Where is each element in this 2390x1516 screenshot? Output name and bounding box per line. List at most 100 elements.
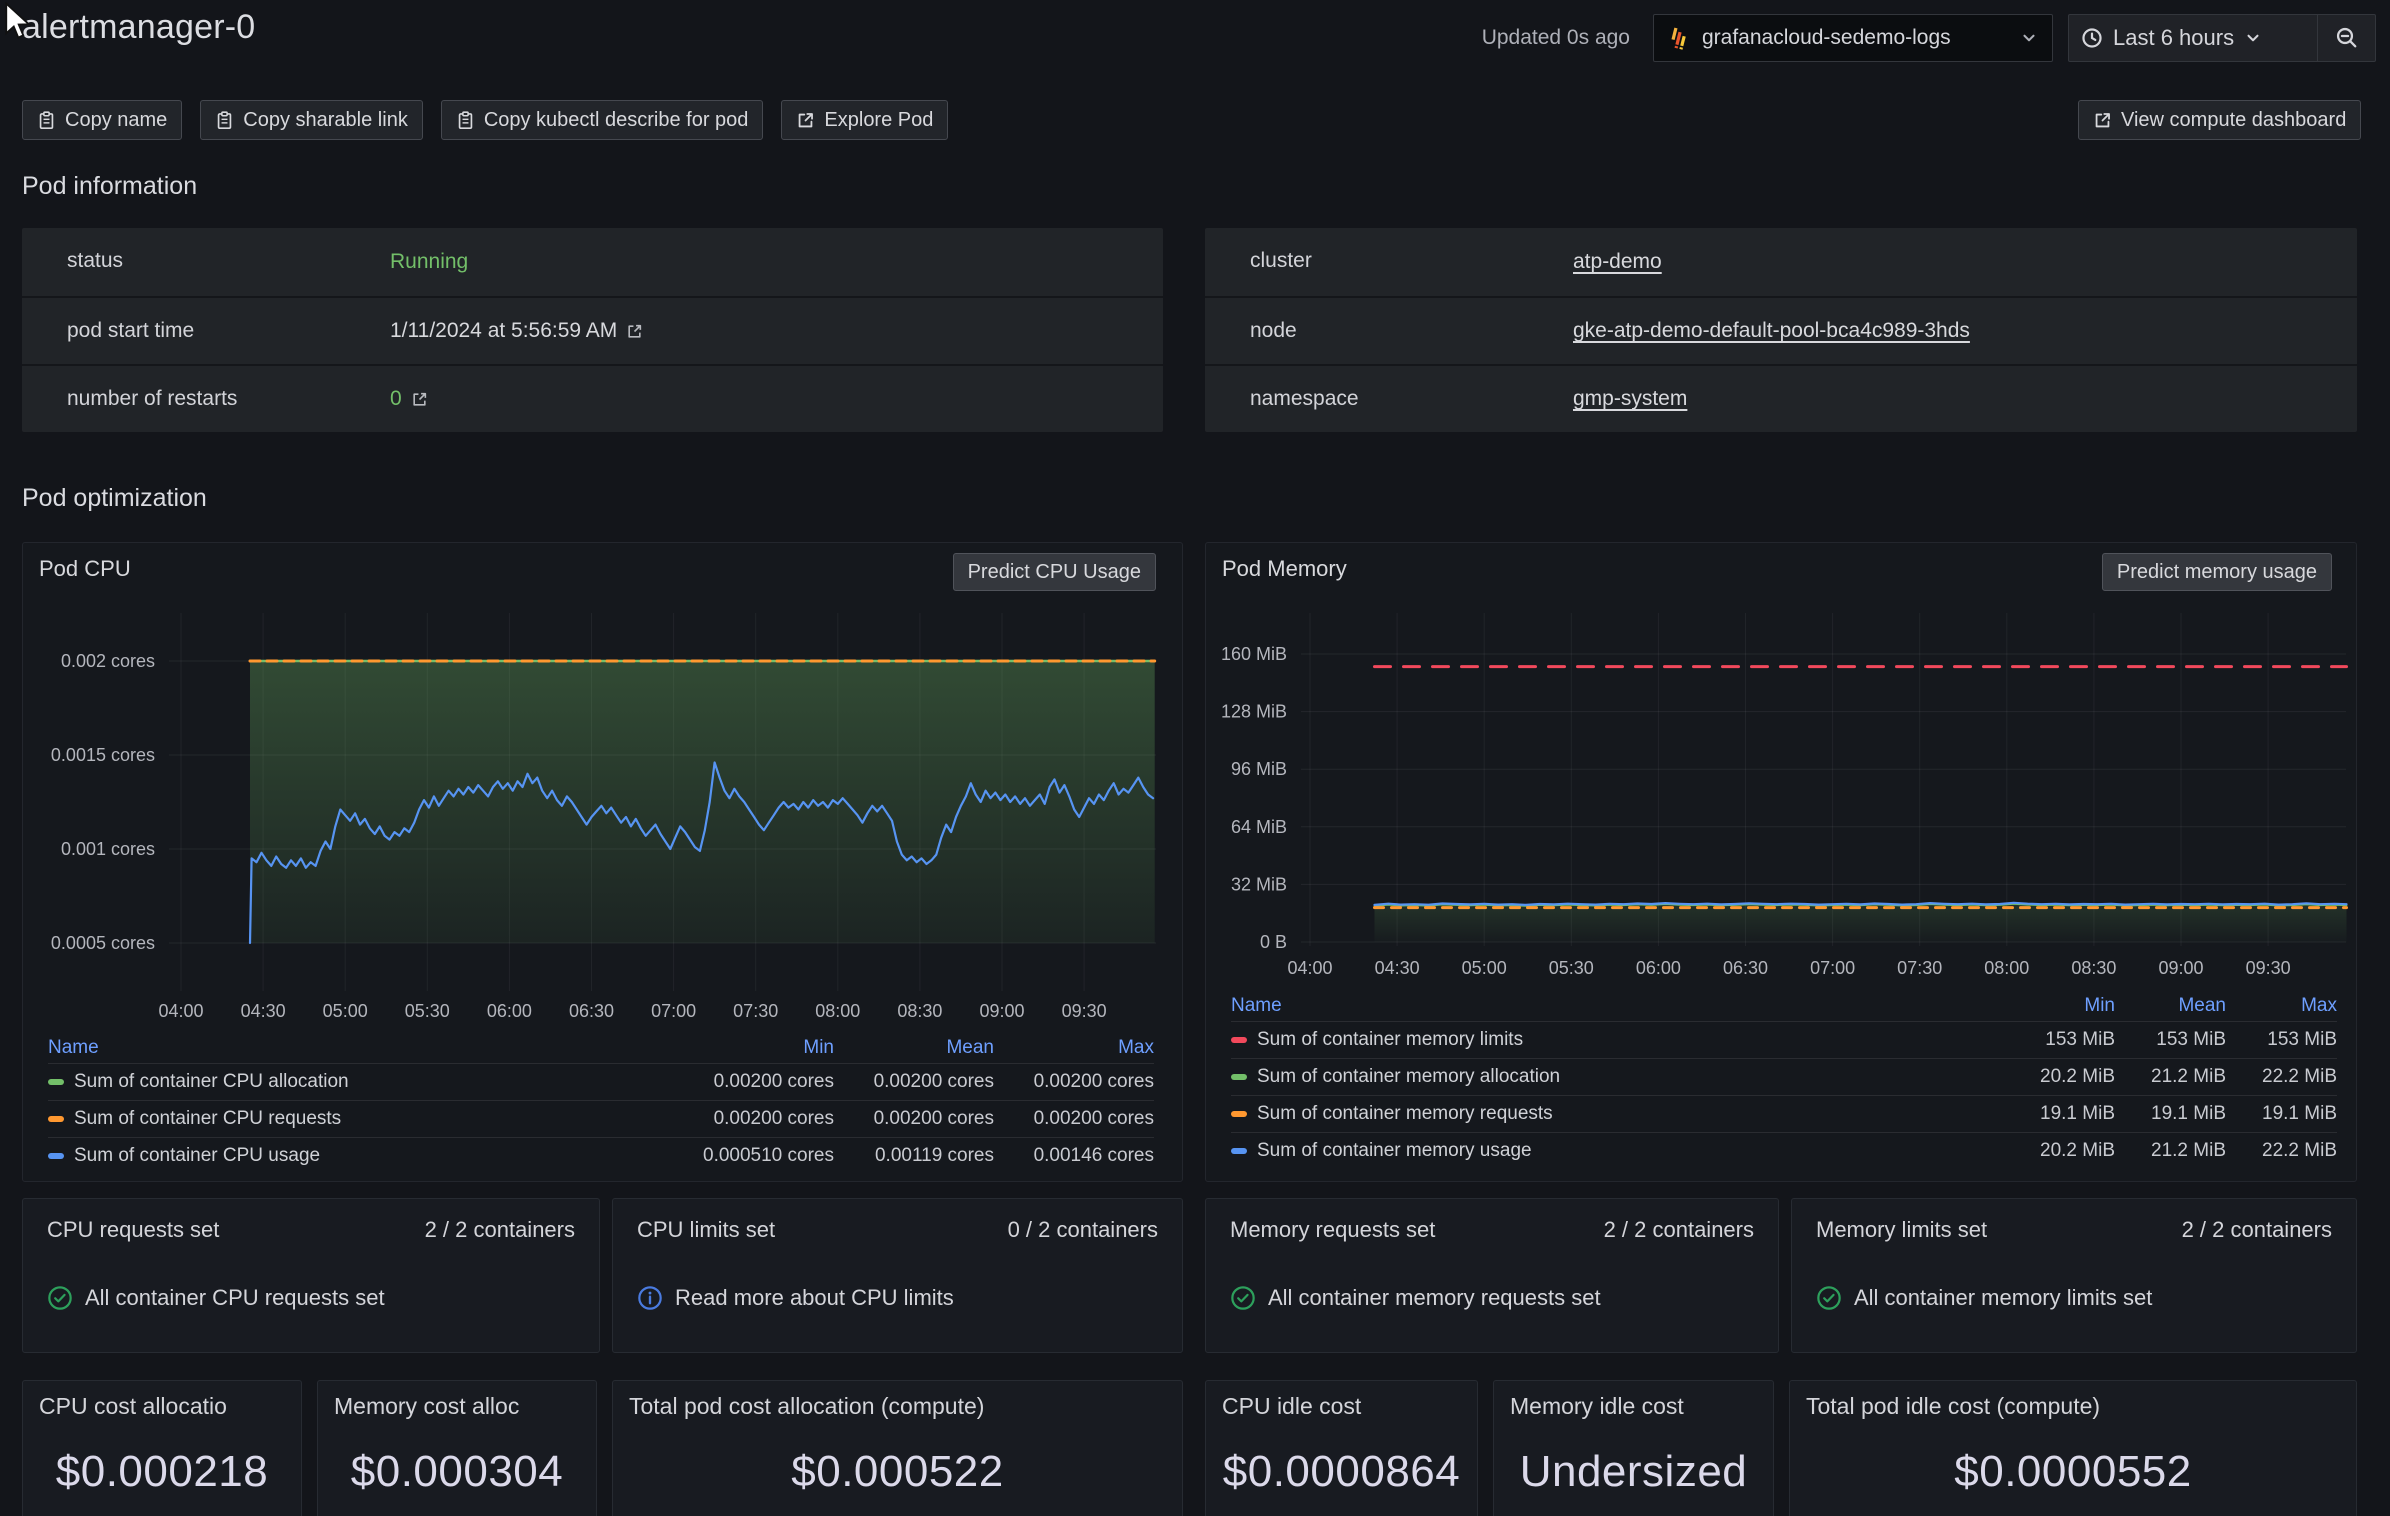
- table-row-status: status Running: [22, 228, 1163, 296]
- svg-text:04:30: 04:30: [1375, 958, 1420, 978]
- series-min: 0.00200 cores: [674, 1071, 834, 1093]
- series-name[interactable]: Sum of container memory allocation: [1257, 1066, 1560, 1088]
- legend-header-max[interactable]: Max: [994, 1037, 1154, 1059]
- svg-text:04:00: 04:00: [158, 1001, 203, 1021]
- legend-header-name[interactable]: Name: [1231, 995, 2004, 1017]
- series-max: 0.00146 cores: [994, 1145, 1154, 1167]
- series-name[interactable]: Sum of container memory requests: [1257, 1103, 1553, 1125]
- card-status-text[interactable]: Read more about CPU limits: [675, 1285, 954, 1311]
- svg-text:07:00: 07:00: [1810, 958, 1855, 978]
- legend-header-mean[interactable]: Mean: [834, 1037, 994, 1059]
- series-name[interactable]: Sum of container CPU allocation: [74, 1071, 349, 1093]
- restarts-value[interactable]: 0: [390, 366, 428, 432]
- legend-row-memory-requests: Sum of container memory requests 19.1 Mi…: [1231, 1095, 2337, 1132]
- cpu-cost-allocation-card: CPU cost allocatio $0.000218: [22, 1380, 302, 1516]
- series-color-swatch: [48, 1116, 64, 1122]
- series-min: 0.00200 cores: [674, 1108, 834, 1130]
- view-compute-dashboard-label: View compute dashboard: [2121, 109, 2346, 132]
- series-name[interactable]: Sum of container memory usage: [1257, 1140, 1532, 1162]
- series-color-swatch: [48, 1153, 64, 1159]
- time-range-label: Last 6 hours: [2113, 25, 2234, 51]
- legend-row-memory-allocation: Sum of container memory allocation 20.2 …: [1231, 1058, 2337, 1095]
- series-mean: 153 MiB: [2115, 1029, 2226, 1051]
- svg-text:08:30: 08:30: [2071, 958, 2116, 978]
- legend-header-max[interactable]: Max: [2226, 995, 2337, 1017]
- namespace-label: namespace: [1250, 366, 1359, 432]
- memory-idle-cost-card: Memory idle cost Undersized: [1493, 1380, 1774, 1516]
- series-min: 19.1 MiB: [2004, 1103, 2115, 1125]
- svg-text:08:00: 08:00: [1984, 958, 2029, 978]
- namespace-link[interactable]: gmp-system: [1573, 366, 1687, 432]
- series-min: 0.000510 cores: [674, 1145, 834, 1167]
- updated-status: Updated 0s ago: [1390, 26, 1630, 50]
- copy-name-button[interactable]: Copy name: [22, 100, 182, 140]
- pod-info-table-left: status Running pod start time 1/11/2024 …: [22, 228, 1163, 432]
- legend-header-min[interactable]: Min: [674, 1037, 834, 1059]
- card-title: Memory requests set: [1230, 1217, 1435, 1243]
- pod-memory-panel: Pod Memory Predict memory usage 04:0004:…: [1205, 542, 2357, 1182]
- svg-text:05:00: 05:00: [323, 1001, 368, 1021]
- copy-sharable-link-button[interactable]: Copy sharable link: [200, 100, 423, 140]
- legend-row-cpu-allocation: Sum of container CPU allocation 0.00200 …: [48, 1063, 1154, 1100]
- view-compute-dashboard-button[interactable]: View compute dashboard: [2078, 100, 2361, 140]
- external-link-icon: [2093, 111, 2112, 130]
- series-name[interactable]: Sum of container CPU usage: [74, 1145, 320, 1167]
- series-max: 0.00200 cores: [994, 1071, 1154, 1093]
- copy-sharable-link-label: Copy sharable link: [243, 109, 408, 132]
- cluster-link[interactable]: atp-demo: [1573, 229, 1662, 295]
- svg-text:32 MiB: 32 MiB: [1231, 874, 1287, 894]
- series-mean: 0.00200 cores: [834, 1108, 994, 1130]
- cpu-limits-set-card: CPU limits set0 / 2 containers Read more…: [612, 1198, 1183, 1353]
- series-name[interactable]: Sum of container memory limits: [1257, 1029, 1523, 1051]
- svg-text:08:00: 08:00: [815, 1001, 860, 1021]
- series-mean: 0.00119 cores: [834, 1145, 994, 1167]
- node-link[interactable]: gke-atp-demo-default-pool-bca4c989-3hds: [1573, 298, 1970, 364]
- check-circle-icon: [47, 1285, 73, 1311]
- toolbar: Copy name Copy sharable link Copy kubect…: [22, 100, 948, 140]
- series-mean: 21.2 MiB: [2115, 1066, 2226, 1088]
- explore-pod-button[interactable]: Explore Pod: [781, 100, 948, 140]
- svg-text:09:00: 09:00: [2158, 958, 2203, 978]
- legend-header-min[interactable]: Min: [2004, 995, 2115, 1017]
- series-color-swatch: [1231, 1074, 1247, 1080]
- time-range-picker: Last 6 hours: [2068, 14, 2376, 62]
- restarts-label: number of restarts: [67, 366, 237, 432]
- copy-name-label: Copy name: [65, 109, 167, 132]
- zoom-out-time-button[interactable]: [2317, 15, 2375, 61]
- svg-text:09:30: 09:30: [1062, 1001, 1107, 1021]
- datasource-picker[interactable]: grafanacloud-sedemo-logs: [1653, 14, 2053, 62]
- cpu-legend-header: Name Min Mean Max: [48, 1033, 1154, 1063]
- memory-chart-plot[interactable]: 04:0004:3005:0005:3006:0006:3007:0007:30…: [1206, 543, 2358, 985]
- explore-pod-label: Explore Pod: [824, 109, 933, 132]
- series-min: 20.2 MiB: [2004, 1140, 2115, 1162]
- pod-start-time-value[interactable]: 1/11/2024 at 5:56:59 AM: [390, 298, 643, 364]
- svg-text:06:30: 06:30: [569, 1001, 614, 1021]
- time-range-button[interactable]: Last 6 hours: [2069, 15, 2317, 61]
- copy-kubectl-describe-label: Copy kubectl describe for pod: [484, 109, 749, 132]
- series-color-swatch: [48, 1079, 64, 1085]
- total-pod-cost-allocation-card: Total pod cost allocation (compute) $0.0…: [612, 1380, 1183, 1516]
- pod-start-time-label: pod start time: [67, 298, 194, 364]
- copy-kubectl-describe-button[interactable]: Copy kubectl describe for pod: [441, 100, 764, 140]
- card-title: Total pod cost allocation (compute): [629, 1393, 1180, 1420]
- legend-header-name[interactable]: Name: [48, 1037, 674, 1059]
- card-status-text: All container memory requests set: [1268, 1285, 1601, 1311]
- svg-text:96 MiB: 96 MiB: [1231, 759, 1287, 779]
- svg-text:06:00: 06:00: [487, 1001, 532, 1021]
- table-row-node: node gke-atp-demo-default-pool-bca4c989-…: [1205, 296, 2357, 364]
- table-row-restarts: number of restarts 0: [22, 364, 1163, 432]
- legend-header-mean[interactable]: Mean: [2115, 995, 2226, 1017]
- svg-text:0.001 cores: 0.001 cores: [61, 839, 155, 859]
- node-label: node: [1250, 298, 1297, 364]
- dashboard-page: alertmanager-0 Updated 0s ago grafanaclo…: [0, 0, 2390, 1516]
- series-name[interactable]: Sum of container CPU requests: [74, 1108, 341, 1130]
- card-value: $0.000218: [23, 1447, 301, 1497]
- card-title: Memory idle cost: [1510, 1393, 1771, 1420]
- cpu-chart-plot[interactable]: 04:0004:3005:0005:3006:0006:3007:0007:30…: [23, 543, 1184, 1028]
- memory-legend-header: Name Min Mean Max: [1231, 991, 2337, 1021]
- svg-text:64 MiB: 64 MiB: [1231, 817, 1287, 837]
- card-value: Undersized: [1494, 1447, 1773, 1497]
- svg-text:128 MiB: 128 MiB: [1221, 702, 1287, 722]
- svg-text:07:30: 07:30: [1897, 958, 1942, 978]
- svg-text:09:00: 09:00: [979, 1001, 1024, 1021]
